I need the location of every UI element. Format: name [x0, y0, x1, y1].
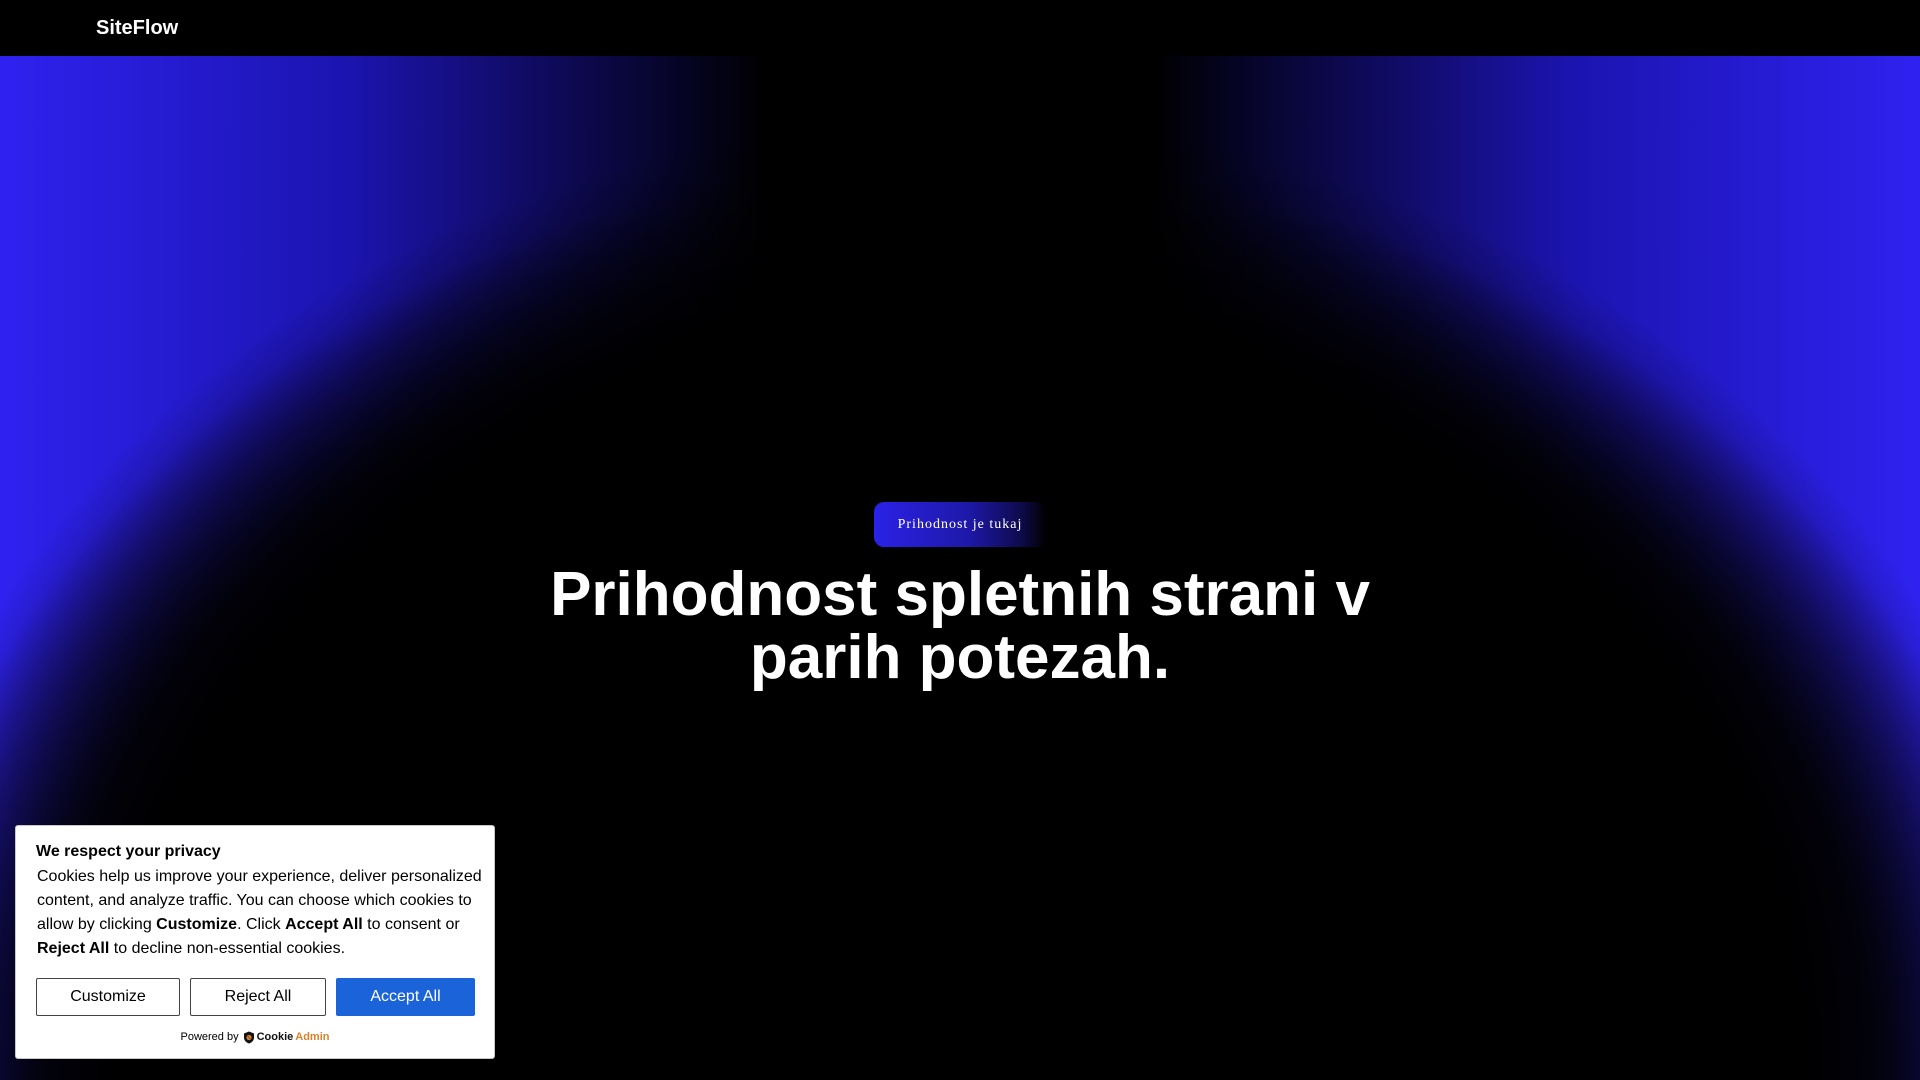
cookieadmin-logo-part1: Cookie [256, 1031, 294, 1043]
cookie-text-part4: to decline non-essential cookies. [109, 940, 346, 957]
reject-all-button[interactable]: Reject All [190, 978, 326, 1016]
cookie-banner-text: Cookies help us improve your experience,… [37, 865, 485, 961]
cookie-text-customize: Customize [156, 916, 238, 933]
hero-headline: Prihodnost spletnih strani v parih potez… [460, 563, 1460, 689]
cookie-text-accept: Accept All [285, 916, 363, 933]
cookie-banner-title: We respect your privacy [36, 843, 221, 860]
cookie-text-reject: Reject All [37, 940, 110, 957]
cookieadmin-logo[interactable]: Cookie Admin [243, 1029, 330, 1045]
brand-logo[interactable]: SiteFlow [96, 14, 178, 42]
customize-button[interactable]: Customize [36, 978, 180, 1016]
powered-by: Powered by Cookie Admin [16, 1029, 494, 1045]
cookieadmin-logo-part2: Admin [295, 1031, 330, 1043]
shield-cookie-icon [243, 1031, 254, 1043]
hero-badge[interactable]: Prihodnost je tukaj [874, 502, 1046, 547]
cookie-consent-banner: We respect your privacy Cookies help us … [15, 825, 495, 1059]
accept-all-button[interactable]: Accept All [336, 978, 475, 1016]
cookie-text-part3: to consent or [362, 916, 460, 933]
cookie-text-part2: . Click [237, 916, 286, 933]
powered-by-label: Powered by [180, 1031, 239, 1043]
hero-headline-line1: Prihodnost spletnih strani v [550, 560, 1370, 629]
hero-headline-line2: parih potezah. [749, 623, 1171, 692]
top-nav-bar: SiteFlow [0, 0, 1920, 56]
